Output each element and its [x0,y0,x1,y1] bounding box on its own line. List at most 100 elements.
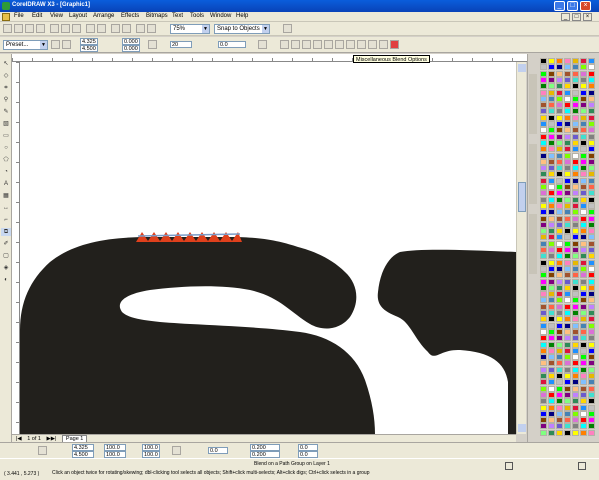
palette-swatch[interactable] [564,259,571,266]
palette-swatch[interactable] [580,215,587,222]
palette-swatch[interactable] [564,108,571,115]
palette-swatch[interactable] [572,410,579,417]
open-icon[interactable] [14,24,23,33]
palette-swatch[interactable] [564,303,571,310]
palette-swatch[interactable] [556,89,563,96]
palette-swatch[interactable] [588,385,595,392]
palette-swatch[interactable] [564,366,571,373]
duplicate-y-field[interactable]: 0.0 [298,451,318,458]
palette-swatch[interactable] [548,102,555,109]
palette-swatch[interactable] [548,335,555,342]
palette-swatch[interactable] [540,272,547,279]
palette-swatch[interactable] [540,95,547,102]
scroll-thumb[interactable] [518,182,526,212]
palette-swatch[interactable] [588,391,595,398]
palette-swatch[interactable] [548,190,555,197]
palette-swatch[interactable] [580,83,587,90]
palette-swatch[interactable] [548,385,555,392]
palette-swatch[interactable] [580,423,587,430]
palette-swatch[interactable] [564,190,571,197]
palette-swatch[interactable] [588,202,595,209]
palette-swatch[interactable] [548,391,555,398]
palette-swatch[interactable] [580,234,587,241]
palette-swatch[interactable] [540,209,547,216]
palette-swatch[interactable] [548,360,555,367]
palette-swatch[interactable] [548,76,555,83]
loop-blend-icon[interactable] [258,40,267,49]
rectangle-tool-icon[interactable]: ▭ [1,132,11,140]
blend-options-icon[interactable] [346,40,355,49]
palette-swatch[interactable] [556,215,563,222]
fill-indicator-icon[interactable] [505,462,513,470]
docker-tab-object-properties[interactable] [529,74,537,134]
basic-shapes-tool-icon[interactable]: ◔ [1,168,11,176]
palette-swatch[interactable] [564,146,571,153]
palette-swatch[interactable] [540,373,547,379]
palette-swatch[interactable] [548,347,555,354]
palette-swatch[interactable] [572,121,579,127]
help-icon[interactable] [283,24,292,33]
save-icon[interactable] [25,24,34,33]
palette-swatch[interactable] [548,234,555,241]
palette-swatch[interactable] [588,102,595,109]
palette-swatch[interactable] [564,284,571,291]
palette-swatch[interactable] [556,127,563,134]
print-icon[interactable] [36,24,45,33]
palette-swatch[interactable] [556,410,563,417]
vertical-ruler[interactable] [12,62,20,434]
palette-swatch[interactable] [580,328,587,335]
palette-swatch[interactable] [548,202,555,209]
palette-swatch[interactable] [564,410,571,417]
palette-swatch[interactable] [556,121,563,127]
palette-swatch[interactable] [580,171,587,178]
palette-swatch[interactable] [540,303,547,310]
palette-swatch[interactable] [572,253,579,260]
palette-swatch[interactable] [572,297,579,304]
scale-width-field[interactable]: 100.0 [142,444,160,451]
palette-swatch[interactable] [580,284,587,291]
palette-swatch[interactable] [556,272,563,279]
palette-swatch[interactable] [548,316,555,323]
smart-fill-tool-icon[interactable]: ▧ [1,120,11,128]
palette-swatch[interactable] [564,177,571,184]
export-icon[interactable] [122,24,131,33]
palette-swatch[interactable] [580,347,587,354]
palette-swatch[interactable] [588,58,595,64]
palette-swatch[interactable] [572,127,579,134]
palette-swatch[interactable] [580,121,587,127]
palette-swatch[interactable] [556,265,563,272]
palette-swatch[interactable] [572,190,579,197]
palette-swatch[interactable] [572,385,579,392]
palette-swatch[interactable] [556,423,563,430]
y-position-field[interactable]: 4.500 [80,45,98,52]
corel-online-icon[interactable] [147,24,156,33]
palette-swatch[interactable] [540,158,547,165]
palette-swatch[interactable] [588,429,595,436]
palette-swatch[interactable] [556,259,563,266]
palette-swatch[interactable] [556,316,563,323]
bottom-h-field[interactable]: 100.0 [104,451,126,458]
palette-swatch[interactable] [572,196,579,203]
palette-swatch[interactable] [588,83,595,90]
copy-blend-icon[interactable] [368,40,377,49]
bottom-x-field[interactable]: 4.325 [72,444,94,451]
palette-swatch[interactable] [580,391,587,398]
palette-swatch[interactable] [564,373,571,379]
color-acceleration-icon[interactable] [324,40,333,49]
palette-swatch[interactable] [556,429,563,436]
palette-swatch[interactable] [580,184,587,190]
palette-swatch[interactable] [540,354,547,361]
vertical-scrollbar[interactable] [516,62,526,434]
palette-swatch[interactable] [540,322,547,329]
palette-swatch[interactable] [540,335,547,342]
palette-swatch[interactable] [564,322,571,329]
menu-text[interactable]: Text [172,13,183,19]
menu-effects[interactable]: Effects [121,13,139,19]
palette-swatch[interactable] [580,114,587,121]
palette-swatch[interactable] [564,121,571,127]
palette-swatch[interactable] [556,58,563,64]
copy-icon[interactable] [61,24,70,33]
palette-swatch[interactable] [572,278,579,285]
palette-swatch[interactable] [588,76,595,83]
palette-swatch[interactable] [580,398,587,405]
